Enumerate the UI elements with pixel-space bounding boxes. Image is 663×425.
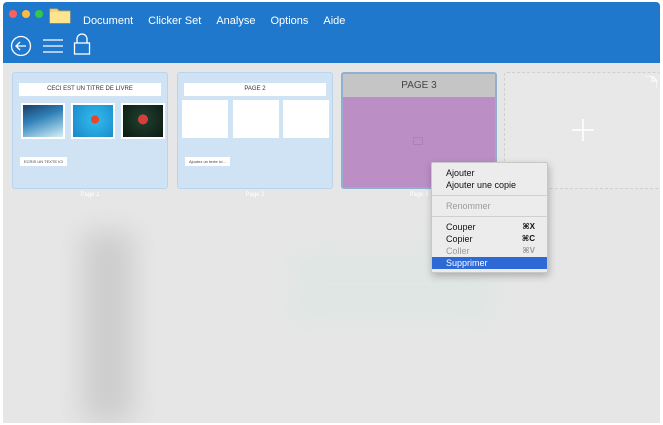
page-title-bar: PAGE 2 bbox=[184, 83, 326, 96]
image-placeholder-icon bbox=[413, 137, 423, 145]
context-menu: Ajouter Ajouter une copie Renommer Coupe… bbox=[431, 162, 548, 273]
menu-separator bbox=[432, 216, 547, 217]
back-icon[interactable] bbox=[10, 35, 32, 57]
menu-item-ajouter-copie[interactable]: Ajouter une copie bbox=[432, 179, 547, 191]
close-window-button[interactable] bbox=[9, 10, 17, 18]
page-title-bar: PAGE 3 bbox=[343, 74, 495, 97]
menu-options[interactable]: Options bbox=[270, 15, 308, 27]
shortcut-label: ⌘C bbox=[521, 234, 535, 243]
background-blur bbox=[83, 232, 133, 422]
page-label-2: Page 2 bbox=[245, 192, 265, 198]
lock-icon[interactable] bbox=[73, 32, 91, 56]
list-icon[interactable] bbox=[42, 38, 64, 54]
flower-image bbox=[121, 103, 165, 139]
menu-bar: Document Clicker Set Analyse Options Aid… bbox=[83, 15, 360, 27]
page-thumbnail-1[interactable]: CECI EST UN TITRE DE LIVRE ECRIS UN TEXT… bbox=[12, 72, 168, 189]
menu-item-label: Coller bbox=[446, 246, 470, 256]
menu-item-copier[interactable]: Copier ⌘C bbox=[432, 233, 547, 245]
menu-aide[interactable]: Aide bbox=[323, 15, 345, 27]
app-window: Document Clicker Set Analyse Options Aid… bbox=[3, 2, 660, 423]
menu-clicker-set[interactable]: Clicker Set bbox=[148, 15, 201, 27]
wave-image bbox=[21, 103, 65, 139]
menu-item-renommer[interactable]: Renommer bbox=[432, 200, 547, 212]
page-label-1: Page 1 bbox=[80, 192, 100, 198]
diver-image bbox=[71, 103, 115, 139]
image-placeholder bbox=[233, 100, 279, 138]
page-thumbnail-2[interactable]: PAGE 2 Ajoutez un texte ici... bbox=[177, 72, 333, 189]
image-placeholder bbox=[182, 100, 228, 138]
menu-item-coller[interactable]: Coller ⌘V bbox=[432, 245, 547, 257]
menu-item-label: Copier bbox=[446, 234, 473, 244]
menu-item-ajouter[interactable]: Ajouter bbox=[432, 167, 547, 179]
shortcut-label: ⌘V bbox=[522, 246, 535, 255]
menu-separator bbox=[432, 195, 547, 196]
minimize-window-button[interactable] bbox=[22, 10, 30, 18]
folder-icon[interactable] bbox=[49, 7, 71, 24]
zoom-window-button[interactable] bbox=[35, 10, 43, 18]
shortcut-label: ⌘X bbox=[522, 222, 535, 231]
page-title-bar: CECI EST UN TITRE DE LIVRE bbox=[19, 83, 161, 96]
page-caption: ECRIS UN TEXTE ICI bbox=[20, 157, 68, 166]
menu-item-couper[interactable]: Couper ⌘X bbox=[432, 221, 547, 233]
page-corner-icon bbox=[645, 76, 657, 88]
page-caption: Ajoutez un texte ici... bbox=[185, 157, 230, 166]
plus-icon[interactable] bbox=[571, 118, 595, 142]
menu-item-label: Couper bbox=[446, 222, 476, 232]
top-bar: Document Clicker Set Analyse Options Aid… bbox=[3, 2, 660, 63]
image-placeholder bbox=[283, 100, 329, 138]
menu-item-supprimer[interactable]: Supprimer bbox=[432, 257, 547, 269]
menu-analyse[interactable]: Analyse bbox=[216, 15, 255, 27]
menu-document[interactable]: Document bbox=[83, 15, 133, 27]
